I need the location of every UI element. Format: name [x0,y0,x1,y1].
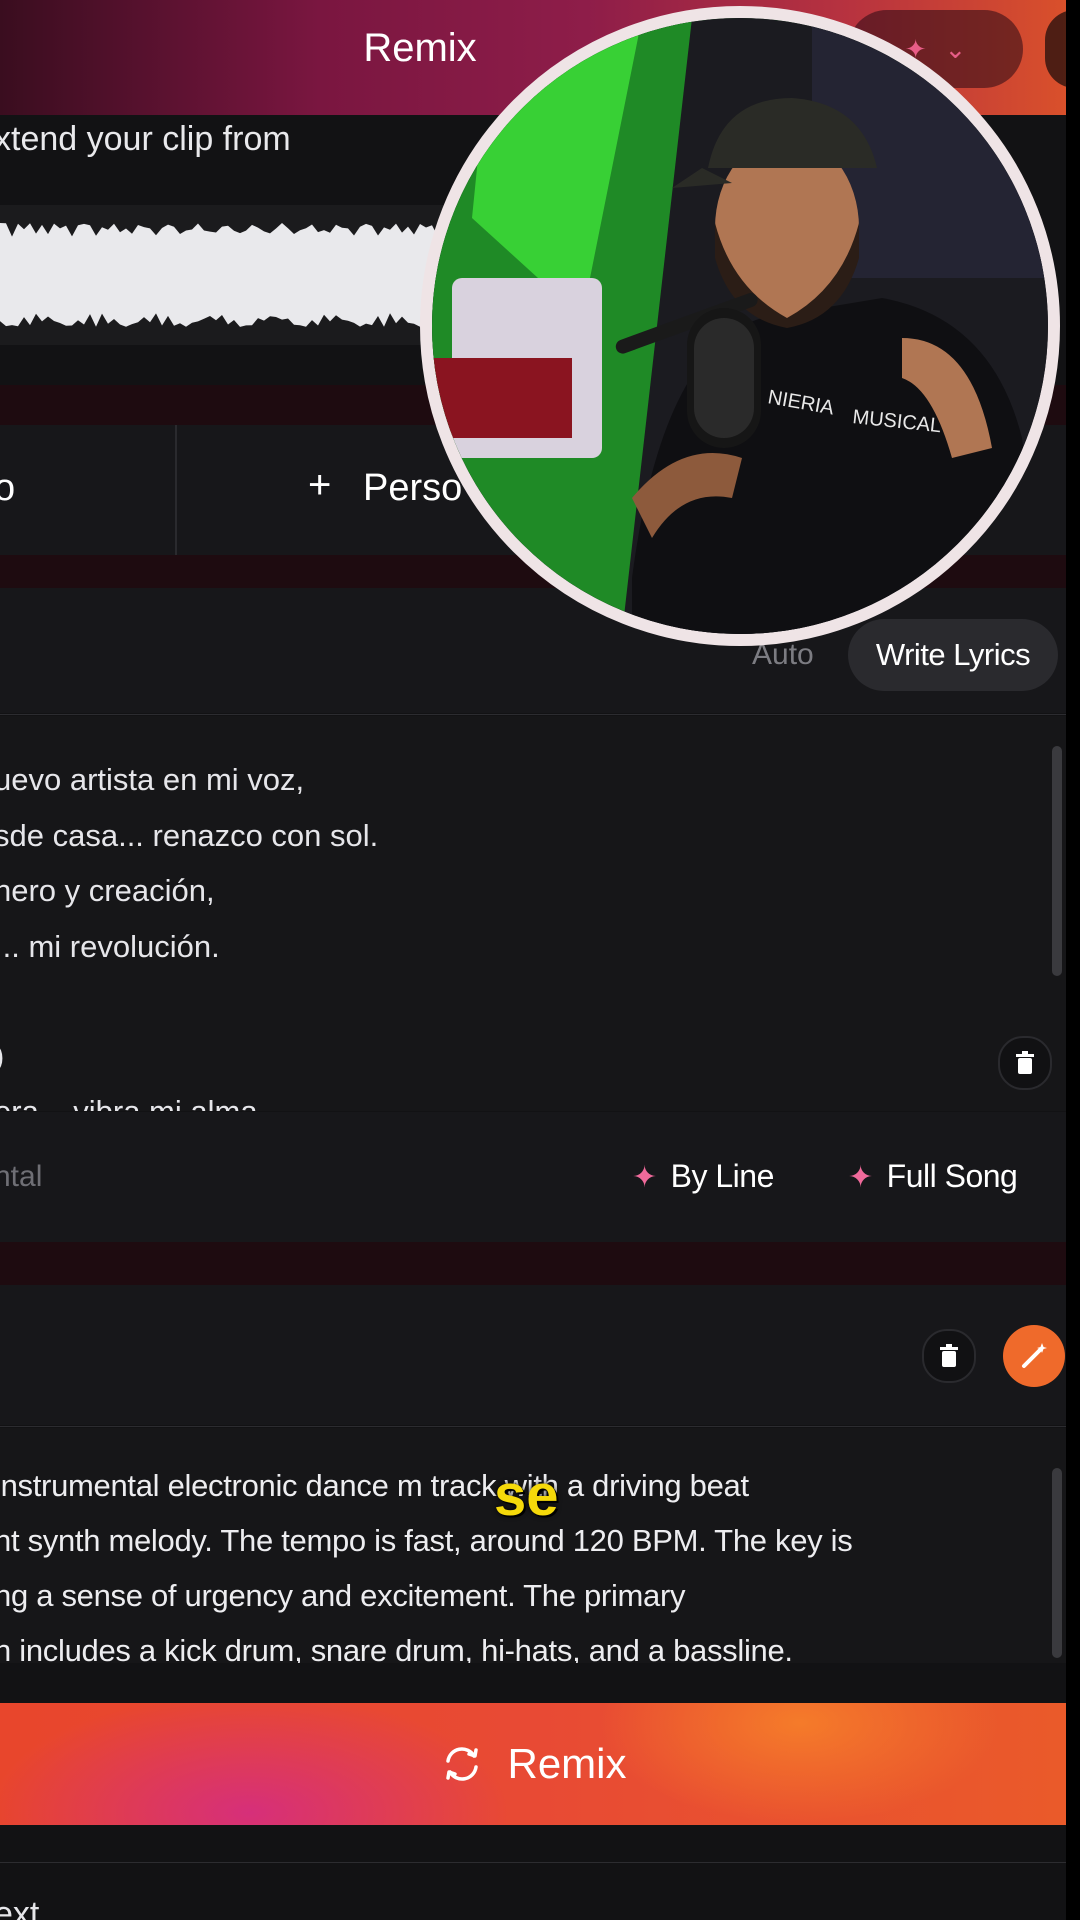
lyric-line: ) [0,1038,4,1074]
trash-icon [1016,1051,1034,1074]
presenter-image: NIERIA MUSICAL [432,18,1048,634]
style-line: n includes a kick drum, snare drum, hi-h… [0,1633,793,1663]
left-mode-button[interactable]: o [0,425,177,555]
app-screen: Remix ✦ ⌄ xtend your clip from o + Perso… [0,0,1066,1920]
remix-label: Remix [507,1740,627,1787]
remix-button[interactable]: Remix [0,1703,1066,1825]
lyric-line: era... vibra mi alma... [0,1094,283,1111]
webcam-overlay: NIERIA MUSICAL [420,6,1060,646]
video-caption: se [494,1463,559,1528]
divider [0,1862,1066,1863]
header-menu-button[interactable] [1045,10,1066,88]
delete-style-button[interactable] [922,1329,976,1383]
section-separator [0,1663,1066,1703]
right-edge-strip [1066,0,1080,1920]
lyric-line: nero y creación, [0,873,215,908]
bottom-label: ext [0,1895,40,1920]
lyric-line: uevo artista en mi voz, [0,762,305,797]
lyric-line: sde casa... renazco con sol. [0,818,379,853]
lyrics-textarea[interactable]: uevo artista en mi voz, sde casa... rena… [0,716,1066,1111]
instrumental-toggle-label[interactable]: ntal [0,1160,42,1194]
lyrics-scrollbar[interactable] [1052,746,1062,976]
audio-waveform[interactable] [0,205,480,345]
style-line: instrumental electronic dance m track wi… [0,1468,749,1503]
left-mode-label: o [0,467,16,509]
sparkle-icon: ✦ [632,1161,657,1194]
plus-icon: + [308,463,332,507]
full-song-button[interactable]: ✦ Full Song [848,1158,1018,1195]
refresh-icon [446,1747,479,1781]
lyric-line: ... mi revolución. [0,929,220,964]
by-line-button[interactable]: ✦ By Line [632,1158,774,1195]
full-song-label: Full Song [886,1158,1018,1194]
section-separator [0,1242,1066,1285]
delete-lyrics-button[interactable] [998,1036,1052,1090]
style-line: nt synth melody. The tempo is fast, arou… [0,1523,853,1558]
magic-wand-button[interactable] [1003,1325,1065,1387]
by-line-label: By Line [670,1158,775,1194]
waveform-graphic [0,223,480,327]
extend-clip-label: xtend your clip from [0,120,291,158]
divider [0,1426,1066,1427]
style-header [0,1285,1066,1425]
sparkle-icon: ✦ [848,1161,873,1194]
magic-wand-icon [1022,1343,1047,1368]
lyric-actions-bar: ntal ✦ By Line ✦ Full Song [0,1112,1066,1242]
divider [0,714,1066,715]
bottom-area [0,1865,1066,1920]
style-scrollbar[interactable] [1052,1468,1062,1658]
style-line: ng a sense of urgency and excitement. Th… [0,1578,686,1613]
trash-icon [940,1344,958,1367]
waveform-shape [0,223,480,327]
